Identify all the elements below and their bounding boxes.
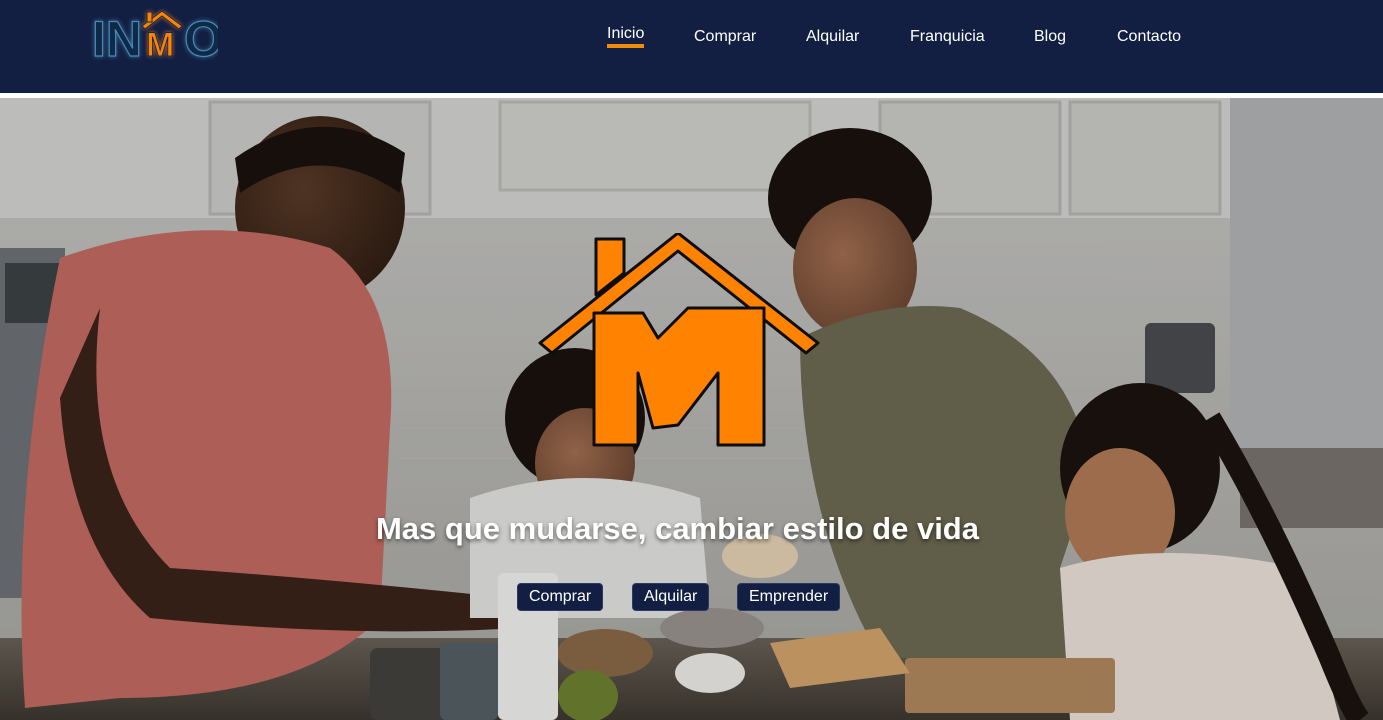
hero-comprar-button[interactable]: Comprar (517, 583, 604, 611)
nav-franquicia[interactable]: Franquicia (910, 28, 985, 46)
nav-contacto[interactable]: Contacto (1117, 28, 1181, 46)
hero-logo-letter: M (538, 233, 539, 234)
hero-alquilar-button[interactable]: Alquilar (632, 583, 710, 611)
nav-comprar[interactable]: Comprar (694, 28, 756, 46)
main-nav: Inicio Comprar Alquilar Franquicia Blog … (0, 0, 1383, 93)
hero-emprender-button[interactable]: Emprender (737, 583, 841, 611)
hero-title: Mas que mudarse, cambiar estilo de vida (375, 511, 979, 546)
house-m-logo-icon: M (538, 233, 820, 447)
nav-blog[interactable]: Blog (1034, 28, 1066, 46)
site-header: IN O M Inicio Comprar Alquilar Franquici… (0, 0, 1383, 93)
hero-section: M Mas que mudarse, cambiar estilo de vid… (0, 98, 1383, 720)
nav-alquilar[interactable]: Alquilar (806, 28, 859, 46)
nav-inicio[interactable]: Inicio (607, 25, 645, 48)
